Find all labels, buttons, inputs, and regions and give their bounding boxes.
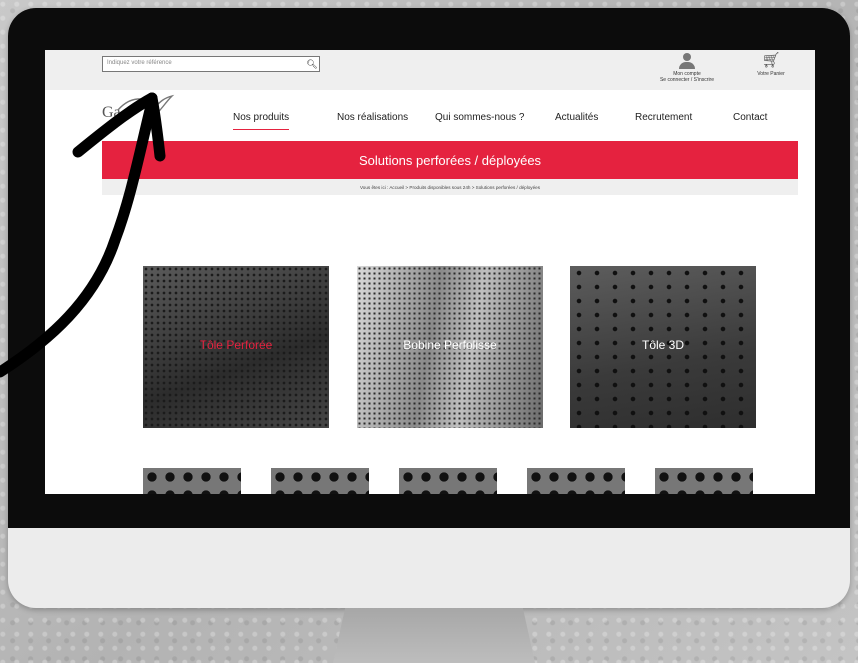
page-title-banner: Solutions perforées / déployées: [102, 141, 798, 179]
top-bar: Indiquez votre référence 🔍︎ Mon compte S…: [45, 50, 815, 90]
website-screen: Indiquez votre référence 🔍︎ Mon compte S…: [45, 50, 815, 494]
page-title: Solutions perforées / déployées: [358, 152, 542, 168]
breadcrumb-text[interactable]: Vous êtes ici : Accueil > Produits dispo…: [360, 185, 540, 190]
account-link[interactable]: Mon compte Se connecter / S'inscrire: [641, 53, 733, 87]
search-input[interactable]: Indiquez votre référence: [102, 56, 320, 72]
search-icon[interactable]: 🔍︎: [304, 56, 320, 72]
main-nav: Nos produits Nos réalisations Qui sommes…: [45, 112, 815, 136]
product-thumbnail[interactable]: [399, 468, 497, 494]
breadcrumb: Vous êtes ici : Accueil > Produits dispo…: [102, 179, 798, 195]
basket-icon: 🛒︎: [761, 52, 781, 69]
cart-link[interactable]: 🛒︎ Votre Panier: [745, 53, 797, 87]
monitor-stand: [333, 608, 535, 663]
product-tile-bobine-perfolisse[interactable]: Bobine Perfolisse: [357, 266, 543, 428]
nav-item-recrutement[interactable]: Recrutement: [635, 112, 692, 129]
account-sublabel: Se connecter / S'inscrire: [659, 77, 715, 83]
nav-item-nos-realisations[interactable]: Nos réalisations: [337, 112, 408, 129]
nav-item-qui-sommes-nous[interactable]: Qui sommes-nous ?: [435, 112, 524, 129]
product-tile-tole-perforee[interactable]: Tôle Perforée: [143, 266, 329, 428]
product-thumbnail[interactable]: [527, 468, 625, 494]
nav-item-nos-produits[interactable]: Nos produits: [233, 112, 290, 130]
product-thumbnail[interactable]: [271, 468, 369, 494]
product-label: Tôle Perforée: [199, 338, 273, 352]
product-label: Bobine Perfolisse: [403, 338, 497, 352]
product-label: Tôle 3D: [641, 338, 685, 352]
product-thumbnail[interactable]: [143, 468, 241, 494]
product-tile-tole-3d[interactable]: Tôle 3D: [570, 266, 756, 428]
nav-item-contact[interactable]: Contact: [733, 112, 767, 129]
nav-item-actualites[interactable]: Actualités: [555, 112, 598, 129]
user-icon: [678, 53, 696, 69]
cart-label: Votre Panier: [757, 71, 785, 77]
product-thumbnail[interactable]: [655, 468, 753, 494]
